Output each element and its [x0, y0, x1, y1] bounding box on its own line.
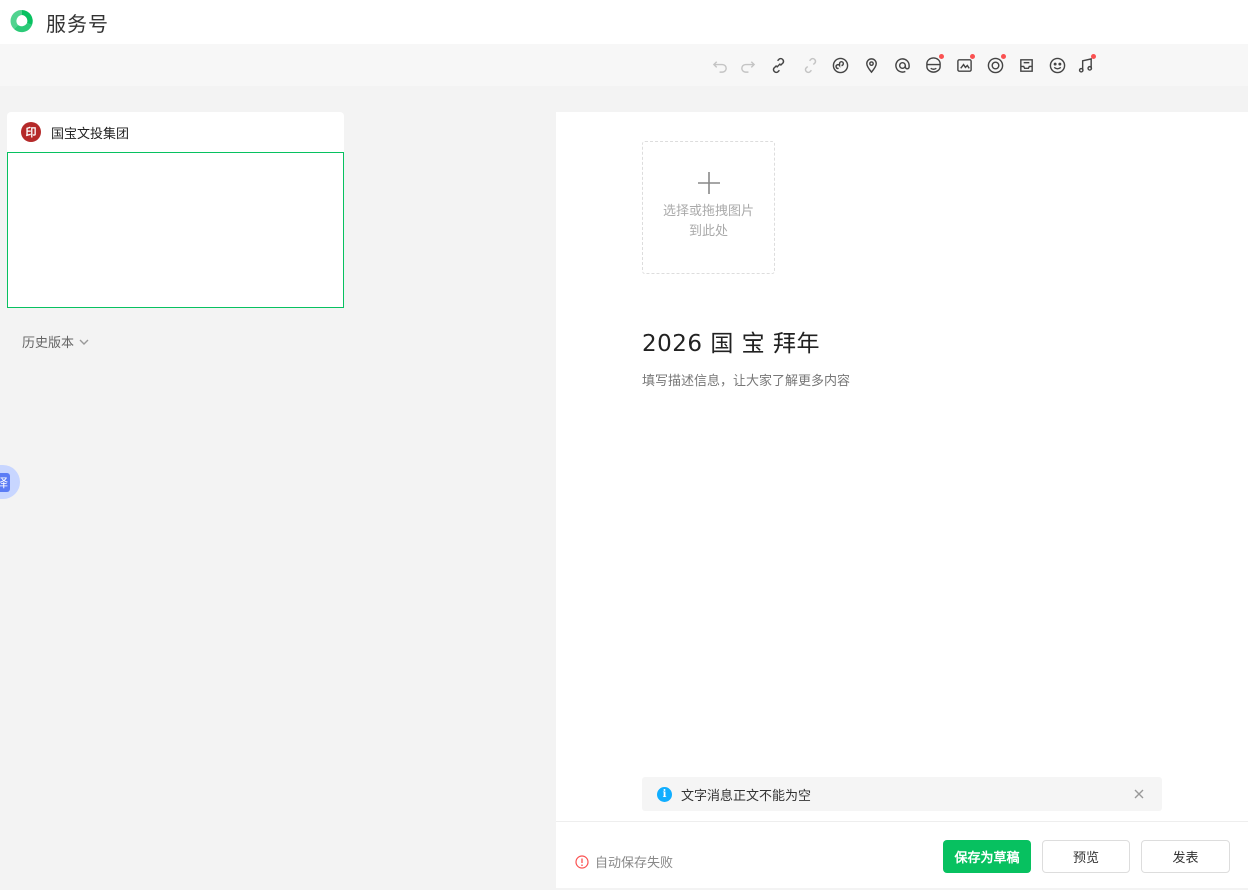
- translate-icon: 译: [0, 472, 10, 492]
- image-upload-area[interactable]: 选择或拖拽图片到此处: [642, 141, 775, 274]
- avatar: 印: [21, 122, 41, 142]
- editor-toolbar: [0, 44, 1248, 86]
- inbox-icon[interactable]: [1015, 54, 1037, 76]
- warning-icon: [575, 854, 589, 869]
- undo-icon[interactable]: [709, 54, 731, 76]
- error-notice: i 文字消息正文不能为空: [642, 777, 1162, 811]
- plus-icon: [643, 170, 774, 200]
- seal-icon: 印: [25, 126, 37, 139]
- new-badge: [970, 54, 975, 59]
- emoji-icon[interactable]: [1046, 54, 1068, 76]
- new-badge: [1091, 54, 1096, 59]
- notice-text: 文字消息正文不能为空: [681, 788, 812, 804]
- mention-icon[interactable]: [891, 54, 913, 76]
- close-icon[interactable]: [1132, 786, 1146, 800]
- history-version-dropdown[interactable]: 历史版本: [22, 332, 90, 351]
- redo-icon[interactable]: [736, 54, 758, 76]
- app-logo-icon: [10, 9, 33, 33]
- location-icon[interactable]: [860, 54, 882, 76]
- preview-button[interactable]: 预览: [1042, 840, 1130, 873]
- unlink-icon[interactable]: [799, 54, 821, 76]
- message-title[interactable]: 2026 国 宝 拜年: [642, 324, 820, 358]
- music-icon[interactable]: [1074, 54, 1096, 76]
- mini-program-icon[interactable]: [829, 54, 851, 76]
- top-bar: 服务号: [0, 0, 1248, 44]
- link-icon[interactable]: [767, 54, 789, 76]
- save-draft-button[interactable]: 保存为草稿: [943, 840, 1031, 873]
- editor-panel: 选择或拖拽图片到此处 2026 国 宝 拜年 填写描述信息，让大家了解更多内容 …: [556, 112, 1248, 888]
- sticker-icon[interactable]: [922, 54, 944, 76]
- app-title: 服务号: [46, 12, 109, 36]
- account-name: 国宝文投集团: [51, 126, 130, 142]
- autosave-text: 自动保存失败: [595, 856, 674, 871]
- upload-hint: 选择或拖拽图片到此处: [662, 204, 754, 239]
- info-icon: i: [657, 786, 672, 802]
- new-badge: [939, 54, 944, 59]
- autosave-status: 自动保存失败: [575, 852, 673, 871]
- message-item-selected[interactable]: [7, 152, 344, 308]
- editor-footer: 自动保存失败 保存为草稿 预览 发表: [556, 821, 1248, 888]
- history-label: 历史版本: [22, 336, 75, 351]
- translate-float-button[interactable]: 译: [0, 465, 20, 499]
- message-preview-card: 印 国宝文投集团: [7, 112, 344, 308]
- account-header: 印 国宝文投集团: [7, 112, 344, 152]
- publish-button[interactable]: 发表: [1141, 840, 1230, 873]
- chevron-down-icon: [79, 339, 89, 345]
- description-input[interactable]: 填写描述信息，让大家了解更多内容: [642, 370, 850, 389]
- image-icon[interactable]: [953, 54, 975, 76]
- new-badge: [1001, 54, 1006, 59]
- circle-icon[interactable]: [984, 54, 1006, 76]
